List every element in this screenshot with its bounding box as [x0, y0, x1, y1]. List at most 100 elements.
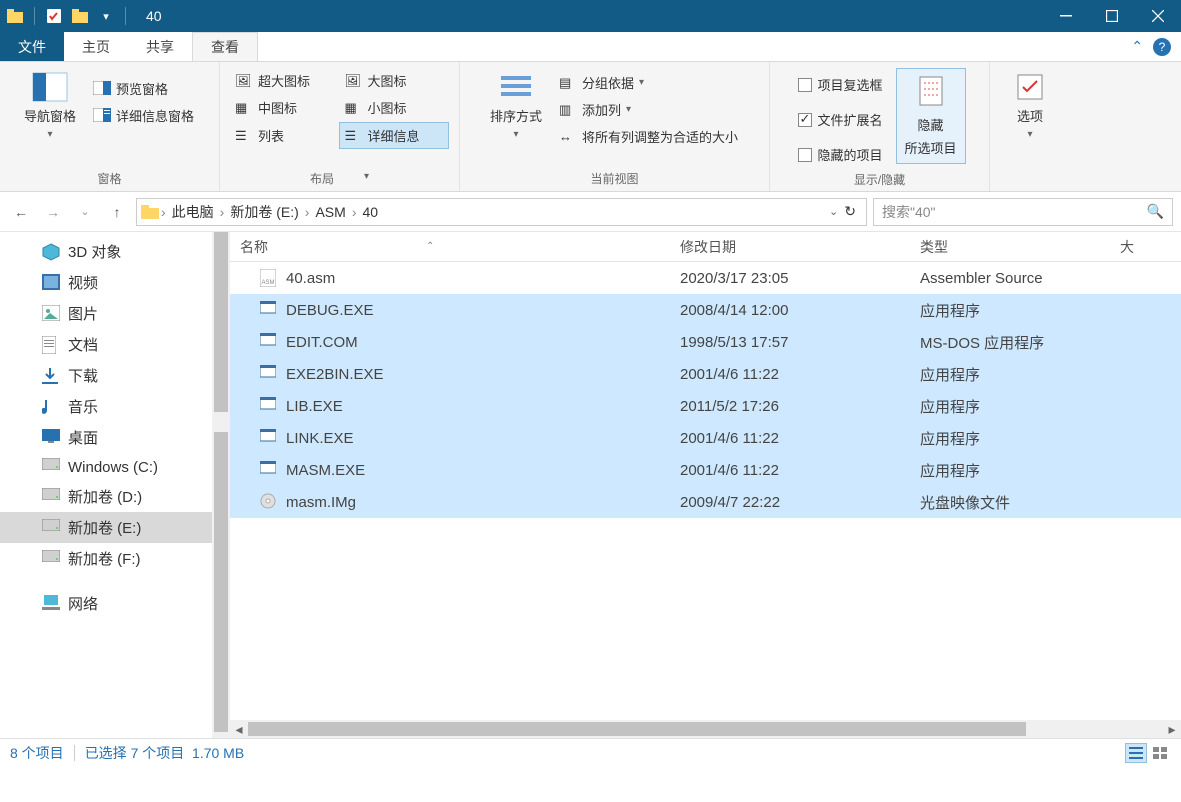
sidebar-item-label: 音乐 [68, 396, 98, 417]
sidebar-item[interactable]: 网络 [0, 588, 212, 619]
file-date: 2011/5/2 17:26 [670, 398, 910, 415]
file-row[interactable]: EXE2BIN.EXE2001/4/6 11:22应用程序 [230, 358, 1181, 390]
sm-icons-icon: ▦ [345, 100, 363, 116]
minimize-button[interactable] [1043, 0, 1089, 32]
tab-view[interactable]: 查看 [192, 32, 258, 61]
file-row[interactable]: ASM40.asm2020/3/17 23:05Assembler Source [230, 262, 1181, 294]
collapse-ribbon-icon[interactable]: ⌃ [1131, 38, 1143, 55]
file-row[interactable]: EDIT.COM1998/5/13 17:57MS-DOS 应用程序 [230, 326, 1181, 358]
add-cols-button[interactable]: ▥添加列 ▾ [554, 97, 743, 122]
column-headers[interactable]: 名称⌃ 修改日期 类型 大 [230, 232, 1181, 262]
layout-more-icon[interactable]: ▾ [364, 171, 369, 182]
lg-icons-button[interactable]: 🖼大图标 [340, 68, 450, 93]
qat-folder-icon[interactable] [71, 7, 89, 25]
sidebar-item-label: 下载 [68, 365, 98, 386]
hide-selected-button[interactable]: 隐藏 所选项目 [896, 68, 966, 164]
bc-dropdown-icon[interactable]: ⌄ [829, 205, 838, 218]
sm-icons-button[interactable]: ▦小图标 [340, 95, 450, 120]
file-row[interactable]: MASM.EXE2001/4/6 11:22应用程序 [230, 454, 1181, 486]
scroll-left-icon[interactable]: ◂ [230, 720, 248, 738]
add-cols-icon: ▥ [559, 102, 577, 118]
sidebar-item[interactable]: 图片 [0, 298, 212, 329]
sidebar-item-label: 文档 [68, 334, 98, 355]
sidebar-item[interactable]: 桌面 [0, 422, 212, 453]
group-by-button[interactable]: ▤分组依据 ▾ [554, 70, 743, 95]
xl-icons-button[interactable]: 🖼超大图标 [230, 68, 340, 93]
help-icon[interactable]: ? [1153, 38, 1171, 56]
bc-item[interactable]: 此电脑 [168, 202, 218, 222]
group-current-view-label: 当前视图 [590, 166, 638, 187]
sidebar-item[interactable]: 3D 对象 [0, 236, 212, 267]
list-button[interactable]: ☰列表 [230, 122, 339, 149]
file-name: DEBUG.EXE [286, 302, 374, 319]
horizontal-scrollbar[interactable]: ◂ ▸ [230, 720, 1181, 738]
sidebar-item-label: 新加卷 (D:) [68, 486, 142, 507]
file-row[interactable]: LINK.EXE2001/4/6 11:22应用程序 [230, 422, 1181, 454]
sidebar-item[interactable]: 新加卷 (D:) [0, 481, 212, 512]
sidebar-item[interactable]: 下载 [0, 360, 212, 391]
qat-properties-icon[interactable] [45, 7, 63, 25]
view-icons-button[interactable] [1149, 743, 1171, 763]
sidebar-item[interactable]: 新加卷 (E:) [0, 512, 212, 543]
sort-by-button[interactable]: 排序方式 ▾ [486, 68, 546, 144]
item-checkboxes-toggle[interactable]: 项目复选框 [793, 72, 887, 97]
bc-item[interactable]: 新加卷 (E:) [226, 202, 302, 222]
fit-cols-icon: ↔ [559, 129, 577, 145]
video-icon [42, 274, 60, 292]
chevron-down-icon: ▾ [513, 129, 518, 140]
recent-button[interactable]: ⌄ [72, 199, 98, 225]
checkbox-icon [798, 148, 812, 162]
sidebar-scrollbar[interactable] [212, 232, 230, 738]
sidebar-item[interactable]: 视频 [0, 267, 212, 298]
exe-file-icon [260, 301, 278, 319]
close-button[interactable] [1135, 0, 1181, 32]
tab-home[interactable]: 主页 [64, 32, 128, 61]
scroll-right-icon[interactable]: ▸ [1163, 720, 1181, 738]
breadcrumb[interactable]: › 此电脑› 新加卷 (E:)› ASM› 40 ⌄ ↻ [136, 198, 867, 226]
scroll-thumb[interactable] [214, 432, 228, 732]
sidebar-item[interactable]: 音乐 [0, 391, 212, 422]
bc-item[interactable]: ASM [311, 204, 349, 220]
details-button[interactable]: ☰详细信息 [339, 122, 450, 149]
md-icons-button[interactable]: ▦中图标 [230, 95, 340, 120]
nav-pane-button[interactable]: 导航窗格 ▾ [20, 68, 80, 144]
file-row[interactable]: DEBUG.EXE2008/4/14 12:00应用程序 [230, 294, 1181, 326]
drive-icon [42, 458, 60, 476]
file-ext-toggle[interactable]: 文件扩展名 [793, 107, 887, 132]
options-button[interactable]: 选项 ▾ [1011, 68, 1049, 144]
search-placeholder: 搜索"40" [882, 202, 936, 222]
status-selected: 已选择 7 个项目 [85, 743, 185, 763]
back-button[interactable]: ← [8, 199, 34, 225]
file-row[interactable]: LIB.EXE2011/5/2 17:26应用程序 [230, 390, 1181, 422]
sidebar-item[interactable]: Windows (C:) [0, 453, 212, 481]
sidebar-item[interactable]: 新加卷 (F:) [0, 543, 212, 574]
scroll-thumb[interactable] [214, 232, 228, 412]
refresh-icon[interactable]: ↻ [844, 203, 856, 220]
tab-share[interactable]: 共享 [128, 32, 192, 61]
address-bar: ← → ⌄ ↑ › 此电脑› 新加卷 (E:)› ASM› 40 ⌄ ↻ 搜索"… [0, 192, 1181, 232]
preview-pane-icon [93, 81, 111, 97]
maximize-button[interactable] [1089, 0, 1135, 32]
tab-file[interactable]: 文件 [0, 32, 64, 61]
fit-cols-button[interactable]: ↔将所有列调整为合适的大小 [554, 124, 743, 149]
ribbon-tabs: 文件 主页 共享 查看 ⌃ ? [0, 32, 1181, 62]
file-name: LINK.EXE [286, 430, 354, 447]
chevron-down-icon: ▾ [1027, 129, 1032, 140]
hidden-items-toggle[interactable]: 隐藏的项目 [793, 142, 887, 167]
search-input[interactable]: 搜索"40" 🔍 [873, 198, 1173, 226]
bc-item[interactable]: 40 [358, 204, 382, 220]
doc-icon [42, 336, 60, 354]
file-date: 2001/4/6 11:22 [670, 462, 910, 479]
qat-dropdown-icon[interactable]: ▾ [97, 7, 115, 25]
details-icon: ☰ [345, 128, 363, 144]
preview-pane-button[interactable]: 预览窗格 [88, 76, 199, 101]
sidebar-item[interactable]: 文档 [0, 329, 212, 360]
checkbox-checked-icon [798, 113, 812, 127]
up-button[interactable]: ↑ [104, 199, 130, 225]
view-details-button[interactable] [1125, 743, 1147, 763]
window-title: 40 [146, 8, 162, 24]
details-pane-button[interactable]: 详细信息窗格 [88, 103, 199, 128]
forward-button[interactable]: → [40, 199, 66, 225]
cube-icon [42, 243, 60, 261]
file-row[interactable]: masm.IMg2009/4/7 22:22光盘映像文件 [230, 486, 1181, 518]
